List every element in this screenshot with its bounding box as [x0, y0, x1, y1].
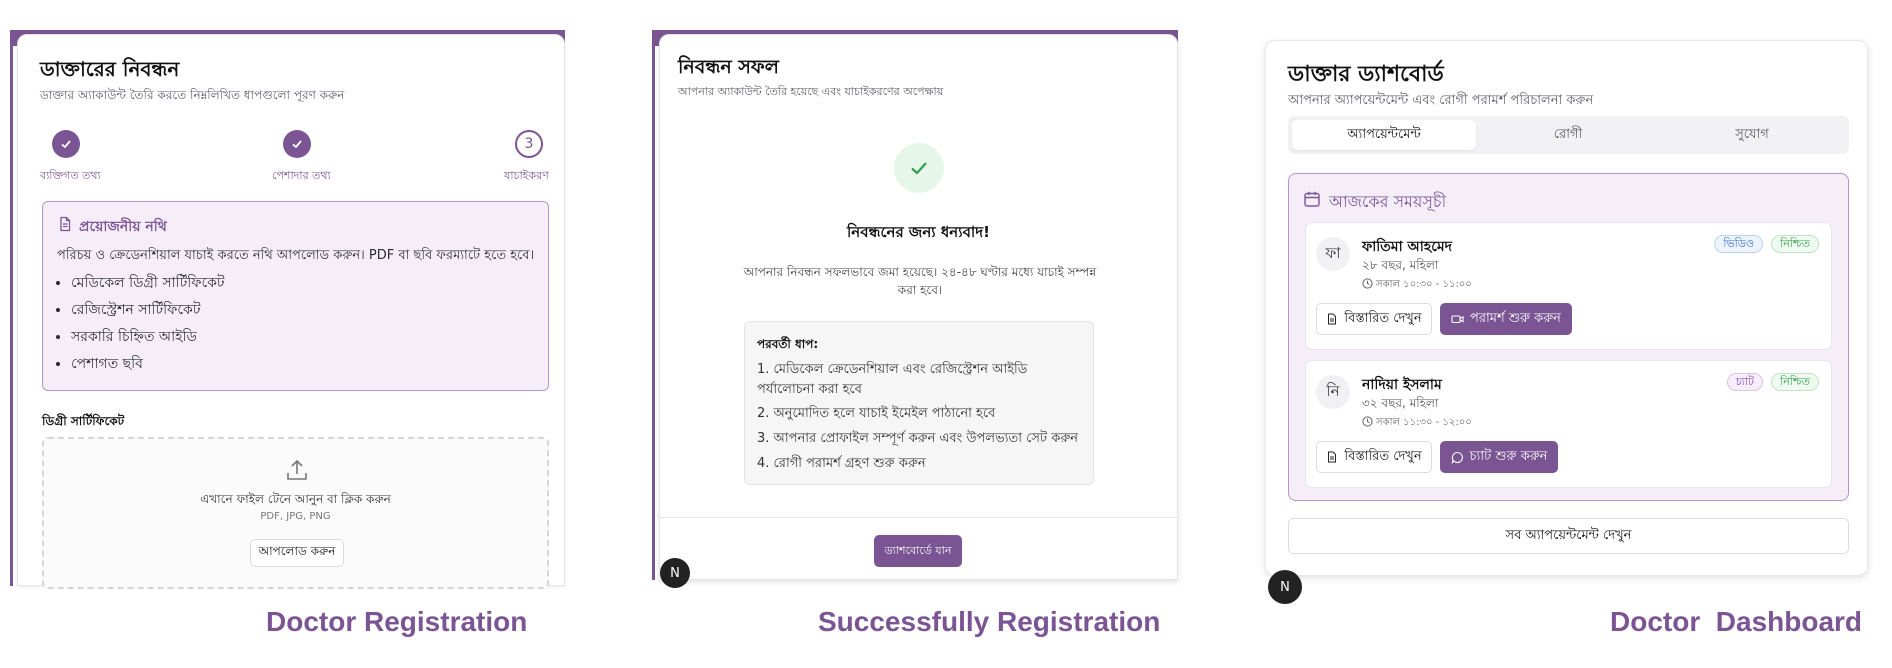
- divider: [660, 517, 1177, 518]
- appointment-card: ফা ফাতিমা আহমেদ ২৮ বছর, মহিলা সকাল ১০:৩০…: [1305, 222, 1832, 350]
- clock-icon: [1362, 416, 1373, 427]
- caption-registration: Doctor Registration: [266, 606, 528, 637]
- start-chat-button[interactable]: চ্যাট শুরু করুন: [1440, 441, 1558, 473]
- go-to-dashboard-button[interactable]: ড্যাশবোর্ডে যান: [874, 535, 962, 567]
- patient-name: ফাতিমা আহমেদ: [1362, 239, 1452, 255]
- success-check-icon: [894, 143, 944, 193]
- start-consultation-label: পরামর্শ শুরু করুন: [1470, 310, 1561, 326]
- view-details-label: বিস্তারিত দেখুন: [1344, 310, 1422, 326]
- view-details-label: বিস্তারিত দেখুন: [1344, 448, 1422, 464]
- dropzone-hint: এখানে ফাইল টেনে আনুন বা ক্লিক করুন: [200, 492, 391, 506]
- dev-indicator-badge[interactable]: N: [660, 558, 690, 588]
- upload-label: ডিগ্রী সার্টিফিকেট: [42, 414, 125, 428]
- patient-meta: ২৮ বছর, মহিলা: [1362, 258, 1439, 272]
- dropzone-formats: PDF, JPG, PNG: [260, 511, 331, 522]
- step-1-label: ব্যক্তিগত তথ্য: [40, 169, 101, 182]
- document-icon: [1326, 451, 1338, 463]
- status-badge: নিশ্চিত: [1771, 235, 1819, 253]
- file-dropzone[interactable]: এখানে ফাইল টেনে আনুন বা ক্লিক করুন PDF, …: [42, 437, 549, 589]
- chat-icon: [1451, 451, 1464, 464]
- list-item: 1. মেডিকেল ক্রেডেনশিয়াল এবং রেজিস্ট্রেশ…: [757, 362, 1028, 397]
- page-subtitle: আপনার অ্যাকাউন্ট তৈরি হয়েছে এবং যাচাইকর…: [678, 85, 944, 98]
- avatar: নি: [1316, 375, 1350, 409]
- next-steps-title: পরবর্তী ধাপ:: [757, 337, 819, 351]
- check-icon: [52, 130, 80, 158]
- caption-dashboard: Doctor Dashboard: [1610, 606, 1863, 637]
- today-schedule-card: আজকের সময়সূচী ফা ফাতিমা আহমেদ ২৮ বছর, ম…: [1288, 173, 1849, 501]
- caption-success: Successfully Registration: [818, 606, 1161, 637]
- type-badge: চ্যাট: [1726, 373, 1763, 391]
- check-icon: [283, 130, 311, 158]
- list-item: পেশাগত ছবি: [71, 351, 225, 378]
- page-subtitle: আপনার অ্যাপয়েন্টমেন্ট এবং রোগী পরামর্শ …: [1288, 93, 1594, 108]
- next-steps-box: পরবর্তী ধাপ: 1. মেডিকেল ক্রেডেনশিয়াল এব…: [744, 321, 1094, 485]
- documents-description: পরিচয় ও ক্রেডেনশিয়াল যাচাই করতে নথি আপ…: [57, 248, 535, 263]
- tab-availability[interactable]: সুযোগ: [1660, 120, 1844, 150]
- calendar-icon: [1303, 190, 1321, 208]
- view-details-button[interactable]: বিস্তারিত দেখুন: [1316, 441, 1432, 473]
- thanks-heading: নিবন্ধনের জন্য ধন্যবাদ!: [847, 223, 990, 241]
- document-icon: [1326, 313, 1338, 325]
- dev-indicator-badge[interactable]: N: [1268, 570, 1302, 604]
- list-item: সরকারি চিহ্নিত আইডি: [71, 324, 225, 351]
- list-item: রেজিস্ট্রেশন সার্টিফিকেট: [71, 297, 225, 324]
- dashboard-tabs: অ্যাপয়েন্টমেন্ট রোগী সুযোগ: [1288, 116, 1849, 154]
- list-item: 2. অনুমোদিত হলে যাচাই ইমেইল পাঠানো হবে: [757, 406, 996, 421]
- registration-card: ডাক্তারের নিবন্ধন ডাক্তার অ্যাকাউন্ট তৈর…: [17, 34, 565, 589]
- required-documents-box: প্রয়োজনীয় নথি পরিচয় ও ক্রেডেনশিয়াল য…: [42, 201, 549, 391]
- patient-meta: ৩২ বছর, মহিলা: [1362, 396, 1439, 410]
- step-3[interactable]: 3: [515, 130, 543, 158]
- avatar: ফা: [1316, 237, 1350, 271]
- dashboard-panel: ডাক্তার ড্যাশবোর্ড আপনার অ্যাপয়েন্টমেন্…: [1265, 40, 1868, 576]
- patient-name: নাদিয়া ইসলাম: [1362, 377, 1442, 393]
- step-2-label: পেশাদার তথ্য: [272, 169, 331, 182]
- upload-icon: [284, 457, 310, 483]
- type-badge: ভিডিও: [1714, 235, 1763, 253]
- page-title: ডাক্তার ড্যাশবোর্ড: [1288, 62, 1444, 87]
- video-icon: [1451, 313, 1464, 325]
- tab-patients[interactable]: রোগী: [1476, 120, 1660, 150]
- success-card: নিবন্ধন সফল আপনার অ্যাকাউন্ট তৈরি হয়েছে…: [659, 34, 1178, 580]
- view-all-appointments-button[interactable]: সব অ্যাপয়েন্টমেন্ট দেখুন: [1288, 518, 1849, 554]
- step-3-label: যাচাইকরণ: [504, 169, 549, 182]
- upload-button[interactable]: আপলোড করুন: [250, 539, 344, 567]
- appointment-time: সকাল ১১:৩০ - ১২:০০: [1376, 417, 1472, 428]
- page-title: ডাক্তারের নিবন্ধন: [40, 57, 180, 81]
- status-badge: নিশ্চিত: [1771, 373, 1819, 391]
- success-panel: নিবন্ধন সফল আপনার অ্যাকাউন্ট তৈরি হয়েছে…: [652, 30, 1178, 580]
- success-message: আপনার নিবন্ধন সফলভাবে জমা হয়েছে। ২৪-৪৮ …: [743, 265, 1097, 297]
- list-item: 4. রোগী পরামর্শ গ্রহণ শুরু করুন: [757, 456, 926, 471]
- tab-appointments[interactable]: অ্যাপয়েন্টমেন্ট: [1292, 120, 1476, 150]
- documents-list: মেডিকেল ডিগ্রী সার্টিফিকেট রেজিস্ট্রেশন …: [43, 270, 225, 378]
- view-details-button[interactable]: বিস্তারিত দেখুন: [1316, 303, 1432, 335]
- step-1[interactable]: [52, 130, 80, 158]
- list-item: মেডিকেল ডিগ্রী সার্টিফিকেট: [71, 270, 225, 297]
- schedule-title: আজকের সময়সূচী: [1329, 192, 1447, 211]
- document-icon: [57, 216, 73, 232]
- documents-title: প্রয়োজনীয় নথি: [79, 219, 167, 235]
- page-subtitle: ডাক্তার অ্যাকাউন্ট তৈরি করতে নিম্নলিখিত …: [40, 88, 345, 102]
- clock-icon: [1362, 278, 1373, 289]
- start-consultation-button[interactable]: পরামর্শ শুরু করুন: [1440, 303, 1572, 335]
- page-title: নিবন্ধন সফল: [678, 56, 779, 78]
- registration-panel: ডাক্তারের নিবন্ধন ডাক্তার অ্যাকাউন্ট তৈর…: [10, 30, 565, 589]
- list-item: 3. আপনার প্রোফাইল সম্পূর্ণ করুন এবং উপলভ…: [757, 431, 1079, 446]
- appointment-time: সকাল ১০:৩০ - ১১:০০: [1376, 279, 1472, 290]
- appointment-card: নি নাদিয়া ইসলাম ৩২ বছর, মহিলা সকাল ১১:৩…: [1305, 360, 1832, 488]
- step-2[interactable]: [283, 130, 311, 158]
- start-chat-label: চ্যাট শুরু করুন: [1469, 448, 1548, 464]
